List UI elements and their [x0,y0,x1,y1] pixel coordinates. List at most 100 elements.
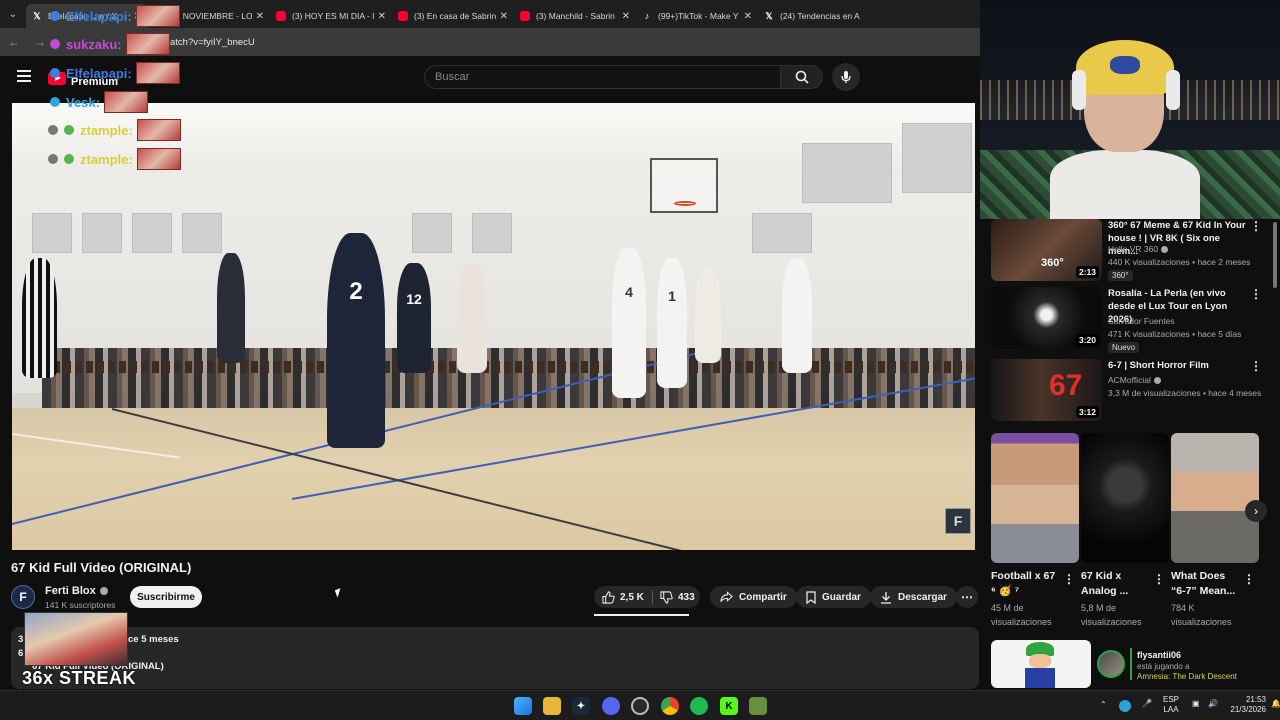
close-icon[interactable]: ✕ [744,11,752,22]
windows-start-icon[interactable] [514,697,532,715]
obs-icon[interactable] [631,697,649,715]
notification-bell-icon[interactable]: 🔔 [1271,699,1280,708]
thumbs-up-icon [602,590,615,604]
recommendation-channel[interactable]: Salvador Fuentes [1108,316,1175,326]
chat-message: ztample: [48,119,181,141]
short-title[interactable]: 67 Kid x Analog ... [1081,569,1153,599]
clock[interactable]: 21:53 21/3/2026 [1228,695,1266,715]
kebab-menu-icon[interactable]: ⋮ [1250,287,1262,301]
browser-tab[interactable]: (3) Manchild - Sabrin ✕ [514,4,636,28]
short-thumbnail[interactable] [991,433,1079,563]
steam-icon[interactable]: ✦ [572,697,590,715]
sidebar-scrollbar[interactable] [1273,222,1277,288]
live-activity-card[interactable]: flysantii06 está jugando a Amnesia: The … [1097,640,1277,688]
browser-tab[interactable]: 𝕏 (24) Tendencias en A [758,4,880,28]
video-thumbnail[interactable] [991,640,1091,688]
tab-title: (99+)TikTok - Make Y [658,11,739,21]
wall-panel [82,213,122,253]
kebab-menu-icon[interactable]: ⋮ [1153,572,1165,586]
short-thumbnail[interactable] [1081,433,1169,563]
chat-message: ztample: [48,148,181,170]
chevron-right-icon[interactable]: › [1245,500,1267,522]
kebab-menu-icon[interactable]: ⋮ [1063,572,1075,586]
video-thumbnail[interactable]: 3:20 [991,287,1102,349]
short-item[interactable]: 67 Kid x Analog ... 5,8 M de visualizaci… [1081,433,1169,629]
search-button[interactable] [781,65,823,89]
player-figure [695,268,721,363]
short-thumbnail[interactable] [1171,433,1259,563]
browser-tab[interactable]: (3) HOY ES MI DIA - I ✕ [270,4,392,28]
volume-icon[interactable]: 🔊 [1208,699,1218,708]
close-icon[interactable]: ✕ [378,11,386,22]
recommendation-item[interactable]: 360° 2:13 360° 67 Meme & 67 Kid In Your … [991,219,1271,281]
recommendation-title[interactable]: 6-7 | Short Horror Film [1108,359,1248,372]
channel-watermark[interactable]: F [945,508,971,534]
views-line: 5,8 M de [1081,603,1117,613]
tab-list-chevron-icon[interactable]: ⌄ [0,0,26,28]
dislike-button[interactable]: 433 [660,586,695,608]
title-line: What Does [1171,570,1226,582]
title-line: ⁶ 🥳 ⁷ [991,585,1020,597]
title-line: 67 Kid x [1081,570,1122,582]
language-indicator[interactable]: ESP LAA [1163,695,1179,715]
clock-time: 21:53 [1245,695,1266,704]
video-thumbnail[interactable]: 360° 2:13 [991,219,1102,281]
kick-icon[interactable]: K [720,697,738,715]
chrome-icon[interactable] [661,697,679,715]
share-button[interactable]: Compartir [710,586,797,608]
close-icon[interactable]: ✕ [622,11,630,22]
short-item[interactable]: What Does “6-7” Mean... 784 K visualizac… [1171,433,1259,629]
forward-arrow-icon[interactable]: → [34,35,46,49]
video-duration: 3:12 [1075,406,1099,418]
chat-message: Vesk: [50,91,148,113]
close-icon[interactable]: ✕ [500,11,508,22]
player-figure: 12 [397,263,431,373]
browser-tab[interactable]: ♪ (99+)TikTok - Make Y ✕ [636,4,758,28]
chevron-up-icon[interactable]: ⌃ [1100,700,1107,709]
court-floor [12,408,975,550]
recommendation-item[interactable]: 67 3:12 6-7 | Short Horror Film ACMoffic… [991,359,1271,421]
wall-panel [472,213,512,253]
description-box[interactable]: 3 ce 5 meses 6 67 Kid Full Video (ORIGIN… [11,627,979,689]
tray-app-icon[interactable] [1119,700,1131,712]
chat-username: sukzaku: [66,36,122,52]
title-line: “6-7” Mean... [1171,585,1236,597]
save-button[interactable]: Guardar [796,586,871,608]
voice-search-button[interactable] [832,63,860,91]
kebab-menu-icon[interactable]: ⋮ [1243,572,1255,586]
channel-name-link[interactable]: Ferti Blox [45,585,108,597]
recommendation-channel[interactable]: Hello VR 360 [1108,244,1169,254]
network-icon[interactable]: ▣ [1192,699,1200,708]
video-thumbnail[interactable]: 67 3:12 [991,359,1102,421]
live-status: está jugando a [1137,662,1190,671]
browser-tab[interactable]: (3) En casa de Sabrina ✕ [392,4,514,28]
spotify-icon[interactable] [690,697,708,715]
like-count: 2,5 K [620,591,644,603]
channel-avatar[interactable]: F [11,585,35,609]
dislike-count: 433 [678,591,695,603]
menu-icon[interactable] [17,70,31,82]
kebab-menu-icon[interactable]: ⋮ [1250,219,1262,233]
tab-title: (3) En casa de Sabrina [414,11,496,21]
youtube-icon [398,11,408,21]
short-title[interactable]: Football x 67 ⁶ 🥳 ⁷ [991,569,1063,599]
like-button[interactable]: 2,5 K [602,586,644,608]
microphone-icon[interactable]: 🎤 [1142,699,1152,708]
close-icon[interactable]: ✕ [256,11,264,22]
minecraft-icon[interactable] [749,697,767,715]
short-title[interactable]: What Does “6-7” Mean... [1171,569,1243,599]
video-player[interactable]: 2 12 1 4 F [12,103,975,550]
more-actions-button[interactable]: ⋯ [956,586,978,608]
streak-webcam-overlay [24,612,128,666]
back-arrow-icon[interactable]: ← [8,35,20,49]
discord-icon[interactable] [602,697,620,715]
kebab-menu-icon[interactable]: ⋮ [1250,359,1262,373]
subscribe-button[interactable]: Suscribirme [130,586,202,608]
short-item[interactable]: Football x 67 ⁶ 🥳 ⁷ 45 M de visualizacio… [991,433,1079,629]
recommendation-item[interactable]: 3:20 Rosalía - La Perla (en vivo desde e… [991,287,1271,353]
url-field[interactable]: atch?v=fyiIY_bnecU [170,37,255,48]
download-button[interactable]: Descargar [870,586,957,608]
search-input[interactable]: Buscar [424,65,781,89]
recommendation-channel[interactable]: ACMofficial [1108,375,1161,385]
file-explorer-icon[interactable] [543,697,561,715]
